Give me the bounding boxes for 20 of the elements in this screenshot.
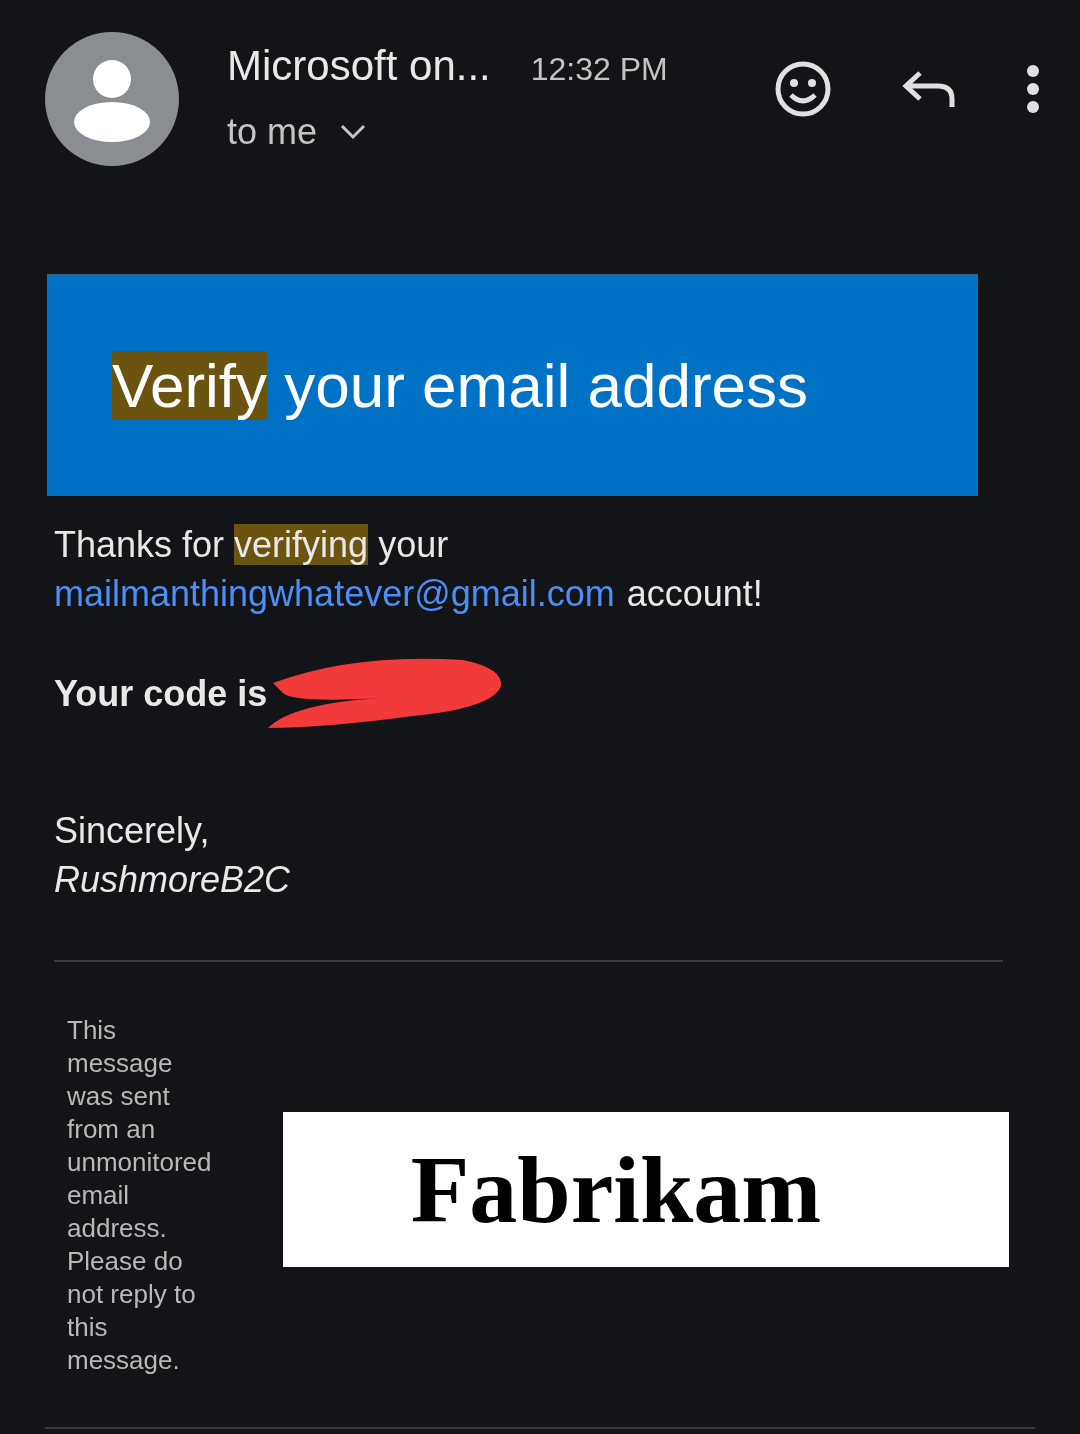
smiley-icon bbox=[774, 60, 832, 118]
reply-button[interactable] bbox=[902, 69, 956, 109]
reply-icon bbox=[902, 69, 956, 109]
recipient-toggle[interactable]: to me bbox=[227, 105, 668, 159]
footer-notice: This message was sent from an unmonitored email address. Please do not reply to this message. bbox=[67, 1014, 213, 1377]
account-text: account! bbox=[626, 572, 763, 616]
code-label: Your code is bbox=[54, 671, 268, 716]
sent-time: 12:32 PM bbox=[530, 50, 668, 89]
signoff-text: Sincerely, bbox=[54, 809, 211, 853]
more-options-button[interactable] bbox=[1026, 65, 1040, 113]
emoji-reaction-button[interactable] bbox=[774, 60, 832, 118]
banner-heading: Verify your email address bbox=[112, 349, 809, 422]
sender-name: Microsoft on... bbox=[227, 41, 491, 91]
avatar-icon bbox=[45, 32, 179, 166]
thanks-text: Thanks for verifying your bbox=[54, 523, 450, 567]
more-vert-icon bbox=[1026, 65, 1040, 113]
signature-text: RushmoreB2C bbox=[54, 858, 292, 902]
email-link[interactable]: mailmanthingwhatever@gmail.com bbox=[54, 569, 615, 618]
logo-text: Fabrikam bbox=[410, 1134, 822, 1245]
chevron-down-icon bbox=[339, 122, 368, 142]
